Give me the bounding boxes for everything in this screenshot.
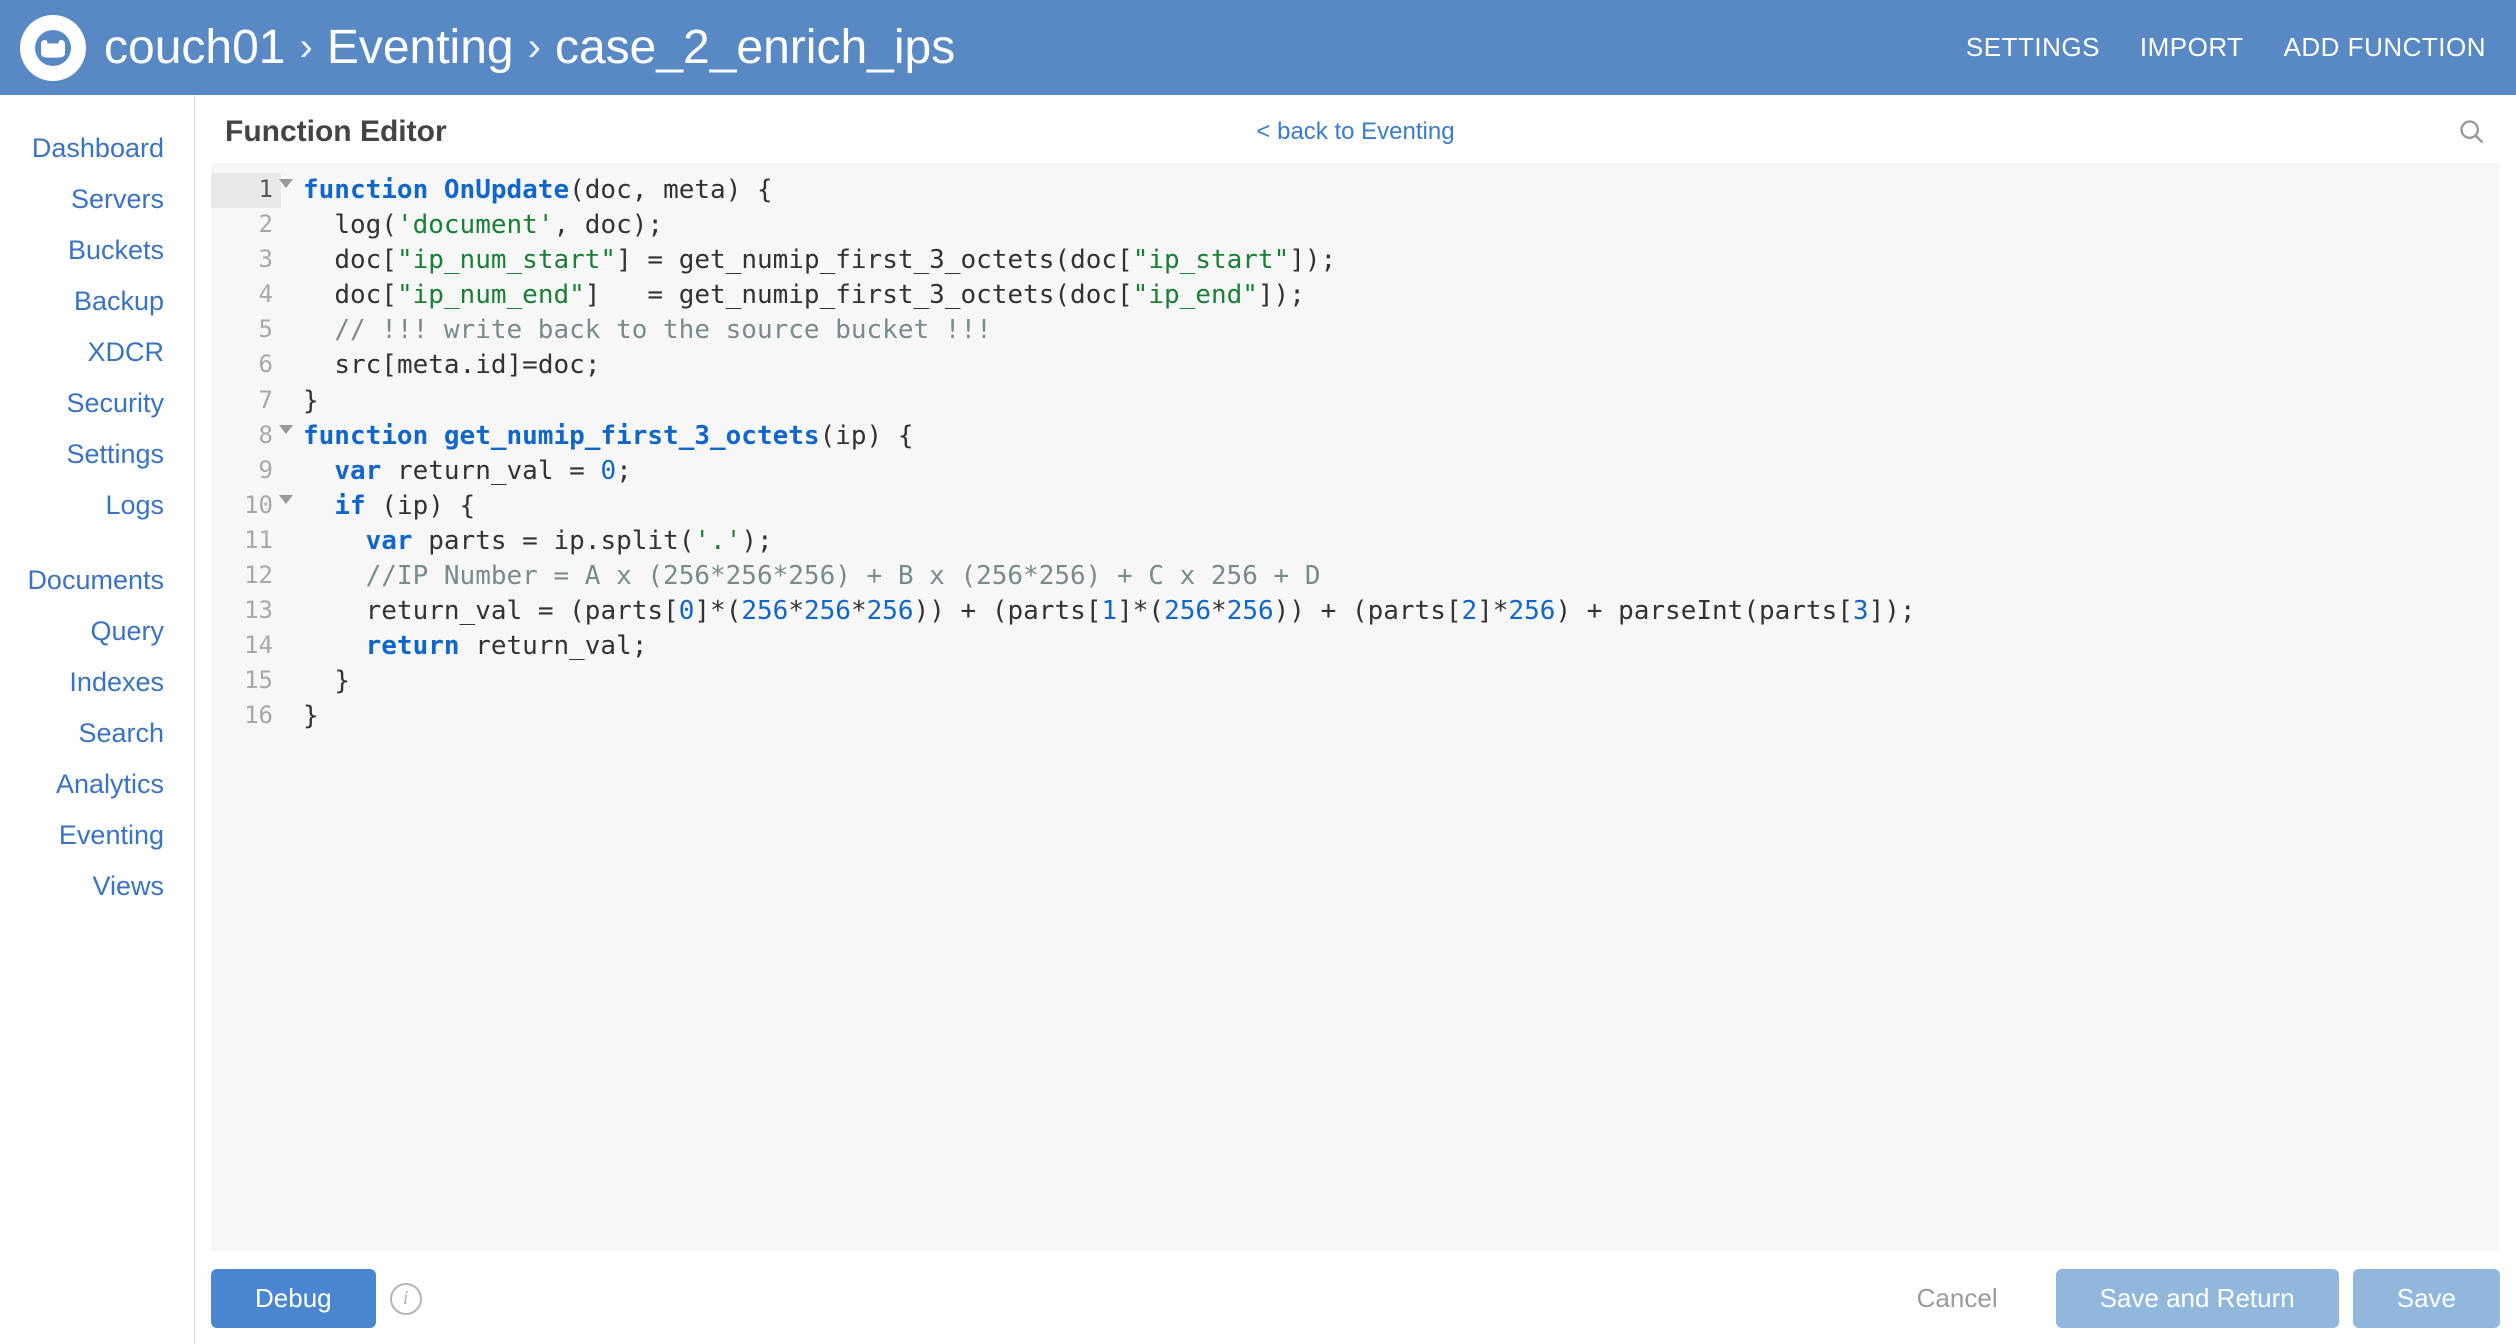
gutter-line-number[interactable]: 14	[211, 629, 281, 664]
sidebar-item-search[interactable]: Search	[0, 708, 194, 759]
sidebar-item-indexes[interactable]: Indexes	[0, 657, 194, 708]
code-content[interactable]: doc["ip_num_start"] = get_numip_first_3_…	[281, 243, 1336, 278]
code-line[interactable]: 7}	[211, 384, 2500, 419]
code-content[interactable]: doc["ip_num_end"] = get_numip_first_3_oc…	[281, 278, 1305, 313]
code-line[interactable]: 13 return_val = (parts[0]*(256*256*256))…	[211, 594, 2500, 629]
sidebar-item-buckets[interactable]: Buckets	[0, 225, 194, 276]
gutter-line-number[interactable]: 16	[211, 699, 281, 734]
code-content[interactable]: return return_val;	[281, 629, 647, 664]
sidebar-item-xdcr[interactable]: XDCR	[0, 327, 194, 378]
code-content[interactable]: }	[281, 699, 319, 734]
code-content[interactable]: }	[281, 384, 319, 419]
breadcrumb: couch01 › Eventing › case_2_enrich_ips	[104, 20, 955, 75]
code-content[interactable]: src[meta.id]=doc;	[281, 348, 600, 383]
sidebar-item-security[interactable]: Security	[0, 378, 194, 429]
add-function-link[interactable]: ADD FUNCTION	[2284, 32, 2486, 63]
sidebar-item-views[interactable]: Views	[0, 861, 194, 912]
gutter-line-number[interactable]: 9	[211, 454, 281, 489]
code-line[interactable]: 10 if (ip) {	[211, 489, 2500, 524]
search-icon[interactable]	[2458, 118, 2486, 146]
code-line[interactable]: 3 doc["ip_num_start"] = get_numip_first_…	[211, 243, 2500, 278]
sidebar-item-servers[interactable]: Servers	[0, 174, 194, 225]
code-line[interactable]: 8function get_numip_first_3_octets(ip) {	[211, 419, 2500, 454]
couchbase-logo-glyph	[33, 28, 73, 68]
topbar-right: SETTINGS IMPORT ADD FUNCTION	[1966, 32, 2486, 63]
code-line[interactable]: 1function OnUpdate(doc, meta) {	[211, 173, 2500, 208]
code-content[interactable]: return_val = (parts[0]*(256*256*256)) + …	[281, 594, 1916, 629]
code-content[interactable]: var parts = ip.split('.');	[281, 524, 773, 559]
save-button[interactable]: Save	[2353, 1269, 2500, 1328]
gutter-line-number[interactable]: 12	[211, 559, 281, 594]
fold-marker-icon[interactable]	[279, 425, 293, 434]
crumb-cluster[interactable]: couch01	[104, 20, 285, 75]
code-content[interactable]: function OnUpdate(doc, meta) {	[281, 173, 773, 208]
code-line[interactable]: 16}	[211, 699, 2500, 734]
code-content[interactable]: var return_val = 0;	[281, 454, 632, 489]
sidebar-item-eventing[interactable]: Eventing	[0, 810, 194, 861]
gutter-line-number[interactable]: 13	[211, 594, 281, 629]
code-content[interactable]: if (ip) {	[281, 489, 475, 524]
sidebar-item-backup[interactable]: Backup	[0, 276, 194, 327]
code-line[interactable]: 9 var return_val = 0;	[211, 454, 2500, 489]
code-line[interactable]: 11 var parts = ip.split('.');	[211, 524, 2500, 559]
code-content[interactable]: function get_numip_first_3_octets(ip) {	[281, 419, 914, 454]
page-header: Function Editor < back to Eventing	[195, 115, 2516, 163]
code-line[interactable]: 5 // !!! write back to the source bucket…	[211, 313, 2500, 348]
sidebar: DashboardServersBucketsBackupXDCRSecurit…	[0, 95, 195, 1344]
code-line[interactable]: 4 doc["ip_num_end"] = get_numip_first_3_…	[211, 278, 2500, 313]
chevron-right-icon: ›	[299, 25, 312, 70]
code-line[interactable]: 14 return return_val;	[211, 629, 2500, 664]
chevron-right-icon: ›	[528, 25, 541, 70]
gutter-line-number[interactable]: 6	[211, 348, 281, 383]
code-line[interactable]: 6 src[meta.id]=doc;	[211, 348, 2500, 383]
sidebar-group-data: DocumentsQueryIndexesSearchAnalyticsEven…	[0, 555, 194, 912]
gutter-line-number[interactable]: 10	[211, 489, 281, 524]
cancel-button[interactable]: Cancel	[1873, 1269, 2042, 1328]
gutter-line-number[interactable]: 1	[211, 173, 281, 208]
page-title: Function Editor	[225, 115, 447, 149]
crumb-function[interactable]: case_2_enrich_ips	[555, 20, 955, 75]
gutter-line-number[interactable]: 5	[211, 313, 281, 348]
code-line[interactable]: 12 //IP Number = A x (256*256*256) + B x…	[211, 559, 2500, 594]
crumb-section[interactable]: Eventing	[327, 20, 514, 75]
info-icon[interactable]: i	[390, 1283, 422, 1315]
import-link[interactable]: IMPORT	[2140, 32, 2244, 63]
code-line[interactable]: 2 log('document', doc);	[211, 208, 2500, 243]
sidebar-group-cluster: DashboardServersBucketsBackupXDCRSecurit…	[0, 123, 194, 531]
code-line[interactable]: 15 }	[211, 664, 2500, 699]
sidebar-item-query[interactable]: Query	[0, 606, 194, 657]
topbar-left: couch01 › Eventing › case_2_enrich_ips	[20, 15, 955, 81]
gutter-line-number[interactable]: 3	[211, 243, 281, 278]
sidebar-item-logs[interactable]: Logs	[0, 480, 194, 531]
gutter-line-number[interactable]: 4	[211, 278, 281, 313]
topbar: couch01 › Eventing › case_2_enrich_ips S…	[0, 0, 2516, 95]
couchbase-logo-icon[interactable]	[20, 15, 86, 81]
editor-footer: Debug i Cancel Save and Return Save	[211, 1269, 2500, 1328]
code-content[interactable]: log('document', doc);	[281, 208, 663, 243]
sidebar-item-analytics[interactable]: Analytics	[0, 759, 194, 810]
main-column: Function Editor < back to Eventing 1func…	[195, 95, 2516, 1344]
debug-button[interactable]: Debug	[211, 1269, 376, 1328]
settings-link[interactable]: SETTINGS	[1966, 32, 2100, 63]
gutter-line-number[interactable]: 15	[211, 664, 281, 699]
back-to-eventing-link[interactable]: < back to Eventing	[1256, 118, 1454, 146]
gutter-line-number[interactable]: 8	[211, 419, 281, 454]
save-and-return-button[interactable]: Save and Return	[2056, 1269, 2339, 1328]
gutter-line-number[interactable]: 2	[211, 208, 281, 243]
fold-marker-icon[interactable]	[279, 495, 293, 504]
gutter-line-number[interactable]: 7	[211, 384, 281, 419]
code-editor[interactable]: 1function OnUpdate(doc, meta) {2 log('do…	[211, 163, 2500, 1251]
content-shell: DashboardServersBucketsBackupXDCRSecurit…	[0, 95, 2516, 1344]
sidebar-item-settings[interactable]: Settings	[0, 429, 194, 480]
code-content[interactable]: }	[281, 664, 350, 699]
sidebar-item-dashboard[interactable]: Dashboard	[0, 123, 194, 174]
code-content[interactable]: // !!! write back to the source bucket !…	[281, 313, 992, 348]
fold-marker-icon[interactable]	[279, 179, 293, 188]
gutter-line-number[interactable]: 11	[211, 524, 281, 559]
code-content[interactable]: //IP Number = A x (256*256*256) + B x (2…	[281, 559, 1320, 594]
sidebar-item-documents[interactable]: Documents	[0, 555, 194, 606]
